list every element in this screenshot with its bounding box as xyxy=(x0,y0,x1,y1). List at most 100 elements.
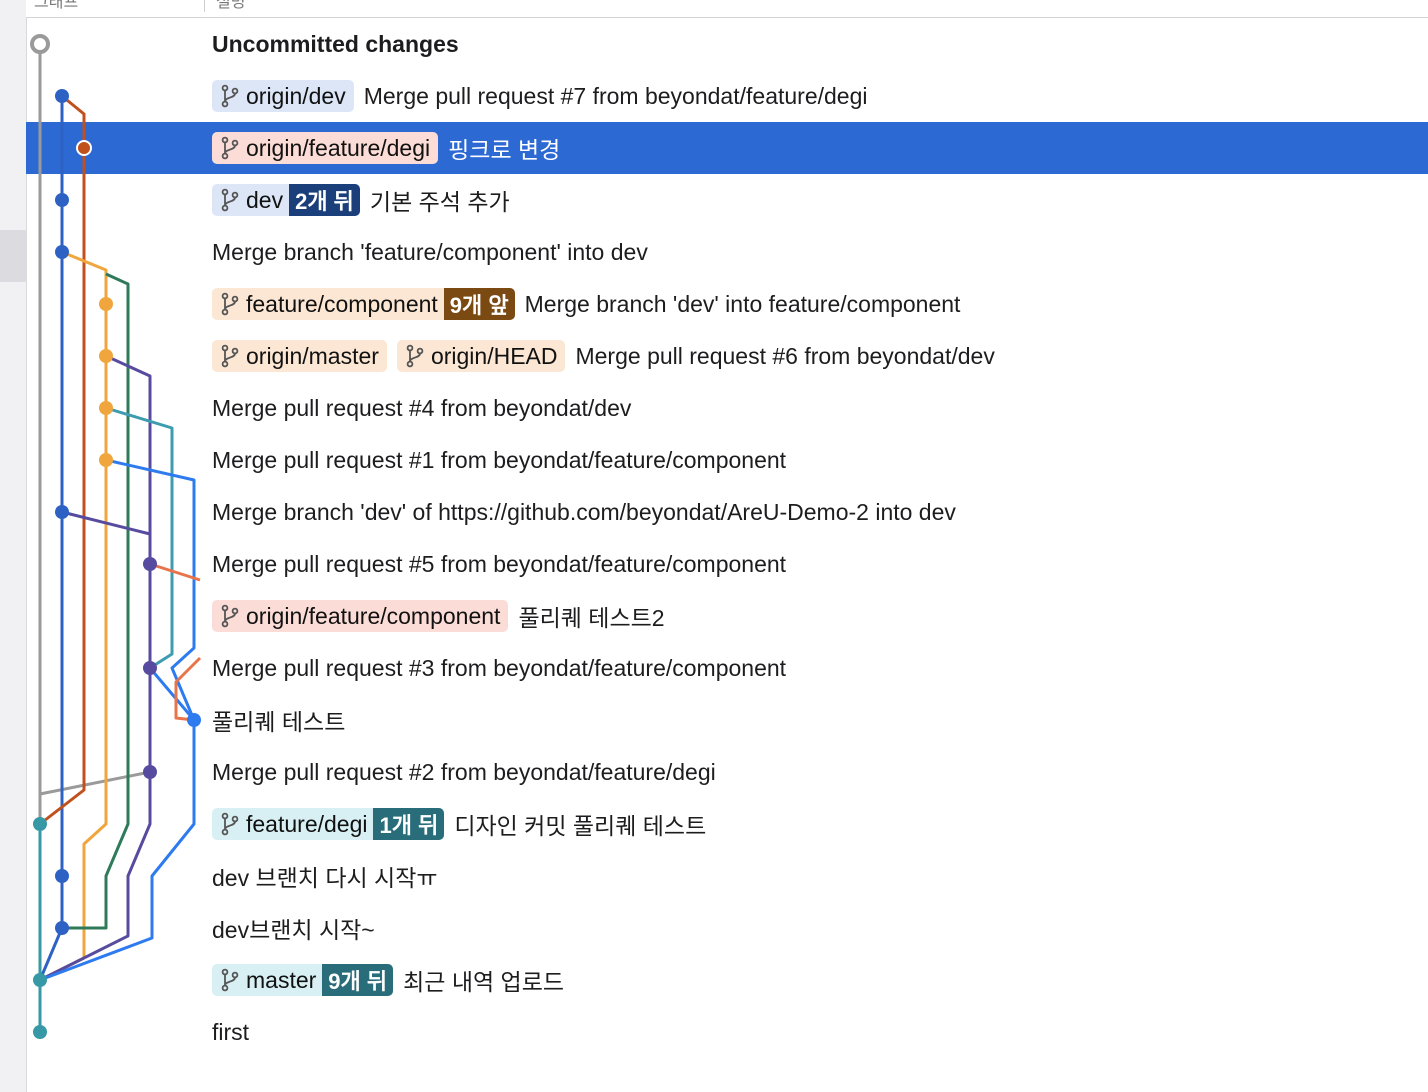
branch-label-name: feature/degi xyxy=(212,811,373,838)
commit-row-content: first xyxy=(212,1006,249,1058)
commit-message: dev브랜치 시작~ xyxy=(212,917,375,943)
commit-message: 풀리퀘 테스트2 xyxy=(518,605,665,631)
ahead-behind-badge: 2개 뒤 xyxy=(289,184,360,216)
side-panel-strip xyxy=(0,0,27,1092)
commit-message: Merge branch 'dev' into feature/componen… xyxy=(524,290,961,317)
commit-row-content: dev브랜치 시작~ xyxy=(212,902,375,954)
commit-row-content: Merge pull request #2 from beyondat/feat… xyxy=(212,746,716,798)
commit-row[interactable]: Merge pull request #2 from beyondat/feat… xyxy=(26,746,1428,798)
commit-row-content: Uncommitted changes xyxy=(212,18,459,70)
commit-row-content: origin/feature/component 풀리퀘 테스트2 xyxy=(212,590,665,642)
commit-row-content: origin/master origin/HEAD Merge pull reque… xyxy=(212,330,995,382)
column-header: 그래프 설명 xyxy=(26,0,1428,18)
commit-row[interactable]: Uncommitted changes xyxy=(26,18,1428,70)
description-column-header[interactable]: 설명 xyxy=(216,0,245,12)
git-branch-icon xyxy=(406,344,424,368)
commit-row[interactable]: Merge branch 'dev' of https://github.com… xyxy=(26,486,1428,538)
commit-message: Merge pull request #2 from beyondat/feat… xyxy=(212,758,716,785)
commit-row[interactable]: Merge pull request #4 from beyondat/dev xyxy=(26,382,1428,434)
commit-message: Merge branch 'dev' of https://github.com… xyxy=(212,498,956,525)
branch-name: feature/degi xyxy=(246,810,368,837)
uncommitted-node[interactable] xyxy=(30,34,50,54)
commit-row[interactable]: Merge pull request #5 from beyondat/feat… xyxy=(26,538,1428,590)
graph-edge-bright xyxy=(148,667,196,721)
commit-row[interactable]: dev브랜치 시작~ xyxy=(26,902,1428,954)
commit-node[interactable] xyxy=(55,921,69,935)
column-divider[interactable] xyxy=(204,0,205,12)
commit-row[interactable]: origin/dev Merge pull request #7 from bey… xyxy=(26,70,1428,122)
commit-row[interactable]: dev 브랜치 다시 시작ㅠ xyxy=(26,850,1428,902)
commit-node[interactable] xyxy=(99,349,113,363)
commit-message: Merge pull request #1 from beyondat/feat… xyxy=(212,446,787,473)
commit-message: Merge pull request #6 from beyondat/dev xyxy=(575,342,995,369)
branch-label[interactable]: origin/feature/degi xyxy=(212,132,439,164)
branch-label[interactable]: master 9개 뒤 xyxy=(212,964,394,996)
branch-name: origin/master xyxy=(246,342,379,369)
commit-message: Merge pull request #3 from beyondat/feat… xyxy=(212,654,787,681)
commit-message: Merge pull request #4 from beyondat/dev xyxy=(212,394,632,421)
git-branch-icon xyxy=(221,292,239,316)
commit-node[interactable] xyxy=(143,661,157,675)
ahead-behind-badge: 9개 앞 xyxy=(443,288,515,320)
commit-node[interactable] xyxy=(99,401,113,415)
commit-message: 디자인 커밋 풀리퀘 테스트 xyxy=(454,813,707,839)
commit-node[interactable] xyxy=(33,973,47,987)
commit-row[interactable]: feature/component 9개 앞 Merge branch 'dev' … xyxy=(26,278,1428,330)
git-branch-icon xyxy=(221,344,239,368)
commit-message: 기본 주석 추가 xyxy=(369,189,510,215)
commit-message: first xyxy=(212,1018,250,1045)
commit-row[interactable]: dev 2개 뒤 기본 주석 추가 xyxy=(26,174,1428,226)
commit-row-content: Merge pull request #5 from beyondat/feat… xyxy=(212,538,786,590)
commit-row-content: Merge pull request #4 from beyondat/dev xyxy=(212,382,631,434)
branch-name: feature/component xyxy=(246,290,438,317)
commit-row[interactable]: 풀리퀘 테스트 xyxy=(26,694,1428,746)
branch-label[interactable]: origin/dev xyxy=(212,80,354,112)
commit-node[interactable] xyxy=(99,297,113,311)
commit-row[interactable]: origin/feature/degi 핑크로 변경 xyxy=(26,122,1428,174)
commit-node[interactable] xyxy=(55,245,69,259)
branch-label-name: origin/dev xyxy=(212,83,354,110)
commit-row-content: Merge pull request #1 from beyondat/feat… xyxy=(212,434,786,486)
commit-node[interactable] xyxy=(55,193,69,207)
commit-message: 풀리퀘 테스트 xyxy=(212,709,346,735)
commit-message: Uncommitted changes xyxy=(212,30,459,57)
ahead-behind-badge: 1개 뒤 xyxy=(373,808,445,840)
graph-column-header[interactable]: 그래프 xyxy=(34,0,78,12)
ahead-behind-badge: 9개 뒤 xyxy=(322,964,394,996)
git-branch-icon xyxy=(221,812,239,836)
commit-node[interactable] xyxy=(99,453,113,467)
branch-label[interactable]: origin/HEAD xyxy=(396,340,566,372)
commit-node[interactable] xyxy=(55,89,69,103)
commit-row[interactable]: Merge pull request #3 from beyondat/feat… xyxy=(26,642,1428,694)
commit-node[interactable] xyxy=(55,505,69,519)
commit-row-content: dev 2개 뒤 기본 주석 추가 xyxy=(212,174,510,226)
commit-row-content: origin/feature/degi 핑크로 변경 xyxy=(212,122,560,174)
branch-name: master xyxy=(246,966,317,993)
graph-edge-purple xyxy=(39,510,152,982)
commit-row[interactable]: feature/degi 1개 뒤 디자인 커밋 풀리퀘 테스트 xyxy=(26,798,1428,850)
commit-row[interactable]: origin/master origin/HEAD Merge pull reque… xyxy=(26,330,1428,382)
commit-node[interactable] xyxy=(76,140,92,156)
branch-label[interactable]: dev 2개 뒤 xyxy=(212,184,360,216)
commit-row[interactable]: Merge branch 'feature/component' into de… xyxy=(26,226,1428,278)
branch-label[interactable]: origin/master xyxy=(212,340,387,372)
commit-row-content: Merge pull request #3 from beyondat/feat… xyxy=(212,642,786,694)
commit-row[interactable]: Merge pull request #1 from beyondat/feat… xyxy=(26,434,1428,486)
graph-edge-merge xyxy=(39,770,151,796)
commit-node[interactable] xyxy=(187,713,201,727)
branch-label[interactable]: feature/degi 1개 뒤 xyxy=(212,808,445,840)
branch-label[interactable]: feature/component 9개 앞 xyxy=(212,288,515,320)
commit-row[interactable]: first xyxy=(26,1006,1428,1058)
branch-label[interactable]: origin/feature/component xyxy=(212,600,509,632)
branch-label-name: origin/feature/component xyxy=(212,603,508,630)
commit-node[interactable] xyxy=(33,817,47,831)
commit-row-content: dev 브랜치 다시 시작ㅠ xyxy=(212,850,438,902)
commit-node[interactable] xyxy=(143,765,157,779)
commit-node[interactable] xyxy=(33,1025,47,1039)
git-branch-icon xyxy=(221,604,239,628)
commit-row[interactable]: master 9개 뒤 최근 내역 업로드 xyxy=(26,954,1428,1006)
commit-node[interactable] xyxy=(55,869,69,883)
commit-message: Merge pull request #7 from beyondat/feat… xyxy=(363,82,868,109)
commit-row[interactable]: origin/feature/component 풀리퀘 테스트2 xyxy=(26,590,1428,642)
commit-node[interactable] xyxy=(143,557,157,571)
